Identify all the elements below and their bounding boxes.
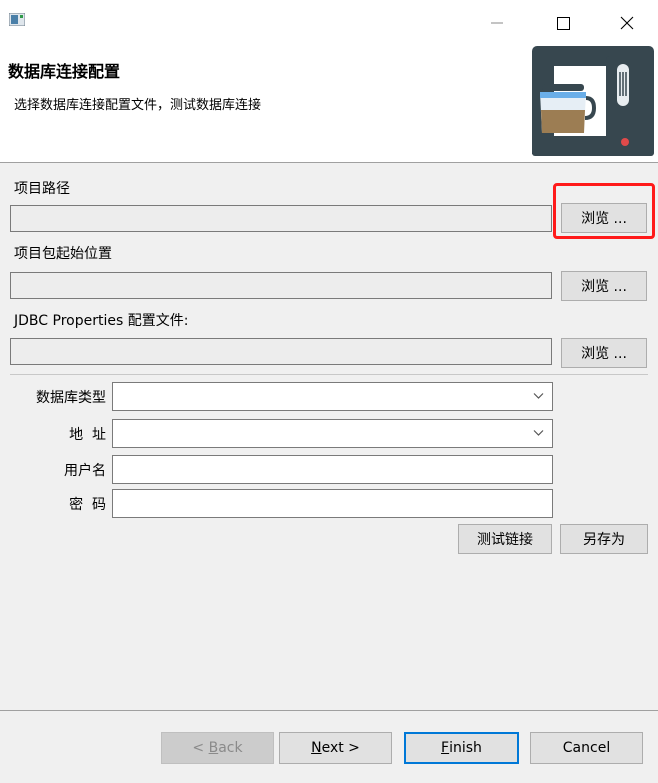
jdbc-properties-label: JDBC Properties 配置文件: xyxy=(14,313,189,329)
wizard-header: 数据库连接配置 选择数据库连接配置文件，测试数据库连接 xyxy=(0,46,658,163)
jdbc-properties-field[interactable] xyxy=(10,338,552,365)
close-icon xyxy=(620,16,634,30)
project-path-field[interactable] xyxy=(10,205,552,232)
address-label: 地 址 xyxy=(69,427,106,443)
minimize-icon xyxy=(491,22,503,24)
password-field[interactable] xyxy=(112,489,553,518)
maximize-button[interactable] xyxy=(540,0,586,46)
form-separator xyxy=(10,374,648,375)
chevron-down-icon xyxy=(533,393,544,399)
test-connection-button[interactable]: 测试链接 xyxy=(458,524,552,554)
app-window-icon xyxy=(9,13,25,26)
username-field[interactable] xyxy=(112,455,553,484)
maximize-icon xyxy=(556,16,570,30)
db-type-label: 数据库类型 xyxy=(36,390,106,406)
page-title: 数据库连接配置 xyxy=(8,62,121,81)
package-start-label: 项目包起始位置 xyxy=(14,246,112,262)
save-as-button[interactable]: 另存为 xyxy=(560,524,648,554)
package-start-browse-button[interactable]: 浏览 ... xyxy=(561,271,647,301)
highlight-box xyxy=(553,183,655,239)
password-label: 密 码 xyxy=(69,497,106,513)
jdbc-properties-browse-button[interactable]: 浏览 ... xyxy=(561,338,647,368)
minimize-button[interactable] xyxy=(474,0,520,46)
close-button[interactable] xyxy=(604,0,650,46)
chevron-down-icon xyxy=(533,430,544,436)
package-start-field[interactable] xyxy=(10,272,552,299)
project-path-label: 项目路径 xyxy=(14,181,70,197)
address-select[interactable] xyxy=(112,419,553,448)
username-label: 用户名 xyxy=(64,463,106,479)
footer-separator xyxy=(0,710,658,711)
title-bar xyxy=(0,0,658,46)
db-type-select[interactable] xyxy=(112,382,553,411)
cancel-button[interactable]: Cancel xyxy=(530,732,643,764)
finish-button[interactable]: Finish xyxy=(404,732,519,764)
next-button[interactable]: Next > xyxy=(279,732,392,764)
page-description: 选择数据库连接配置文件，测试数据库连接 xyxy=(14,98,262,113)
coffee-machine-icon xyxy=(532,46,654,156)
back-button[interactable]: < Back xyxy=(161,732,274,764)
